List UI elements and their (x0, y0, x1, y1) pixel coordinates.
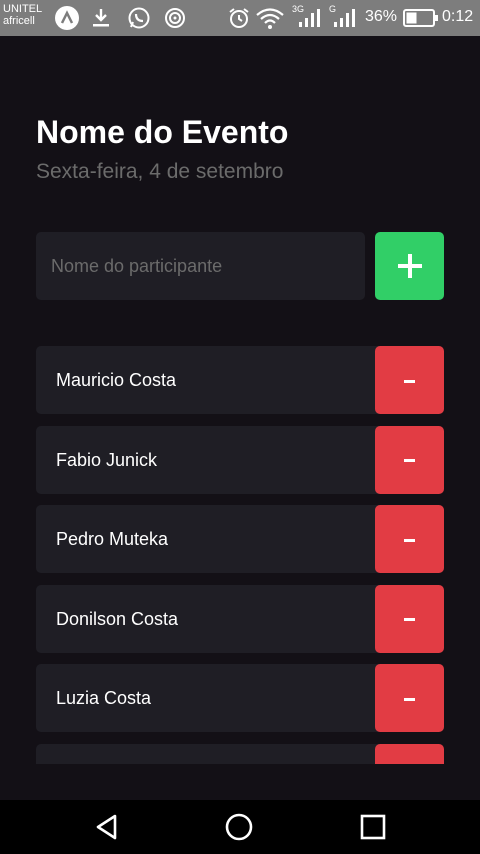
participant-name: Luzia Costa (56, 688, 152, 708)
back-triangle-icon (96, 814, 117, 840)
participant-name-input[interactable] (36, 232, 365, 300)
alarm-icon (227, 7, 251, 29)
participant-name: Mauricio Costa (56, 370, 177, 390)
list-item (36, 743, 444, 764)
recents-button[interactable] (358, 812, 388, 842)
list-item: Luzia Costa (36, 664, 444, 732)
battery-percent: 36% (365, 8, 398, 25)
list-item: Mauricio Costa (36, 346, 444, 414)
event-date: Sexta-feira, 4 de setembro (36, 160, 284, 183)
participant-card: Luzia Costa (36, 664, 416, 732)
recents-square-icon (360, 814, 386, 840)
list-item: Donilson Costa (36, 584, 444, 653)
minus-icon (404, 379, 415, 383)
wifi-icon (255, 7, 285, 29)
whatsapp-icon (127, 7, 151, 29)
signal-icon (297, 7, 321, 29)
add-participant-button[interactable] (375, 232, 444, 300)
back-button[interactable] (92, 812, 122, 842)
carrier-label: UNITEL africell (3, 3, 42, 27)
minus-icon (404, 618, 415, 621)
carrier-secondary: africell (3, 15, 35, 27)
signal-icon-secondary (332, 7, 356, 29)
participant-card: Donilson Costa (36, 584, 416, 653)
navigation-bar (0, 800, 480, 854)
minus-icon (404, 459, 415, 462)
participant-list[interactable]: Mauricio Costa Fabio Junick Pedro Muteka… (36, 346, 444, 764)
participant-name: Fabio Junick (56, 449, 158, 470)
home-circle-icon (225, 813, 253, 841)
participant-input-container (36, 232, 365, 300)
remove-participant-button[interactable] (375, 346, 444, 414)
remove-participant-button[interactable] (375, 743, 444, 764)
plus-icon (397, 254, 422, 278)
list-item: Fabio Junick (36, 425, 444, 494)
clock: 0:12 (442, 8, 474, 25)
participant-name: Donilson Costa (56, 608, 179, 629)
battery-icon (403, 7, 439, 29)
download-icon (91, 7, 111, 29)
participant-card: Mauricio Costa (36, 346, 416, 414)
app-notification-icon (54, 6, 80, 30)
home-button[interactable] (224, 812, 254, 842)
participant-card: Pedro Muteka (36, 505, 416, 573)
participant-card (36, 743, 416, 764)
remove-participant-button[interactable] (375, 584, 444, 653)
minus-icon (404, 697, 415, 701)
remove-participant-button[interactable] (375, 425, 444, 494)
participant-name: Pedro Muteka (56, 529, 169, 549)
page-title: Nome do Evento (36, 114, 289, 150)
status-bar: UNITEL africell 3G G 36% 0:12 (0, 0, 480, 36)
remove-participant-button[interactable] (375, 664, 444, 732)
remove-participant-button[interactable] (375, 505, 444, 573)
minus-icon (404, 538, 415, 542)
list-item: Pedro Muteka (36, 505, 444, 573)
carrier-primary: UNITEL (3, 3, 43, 15)
participant-card: Fabio Junick (36, 425, 416, 494)
target-icon (164, 7, 186, 29)
